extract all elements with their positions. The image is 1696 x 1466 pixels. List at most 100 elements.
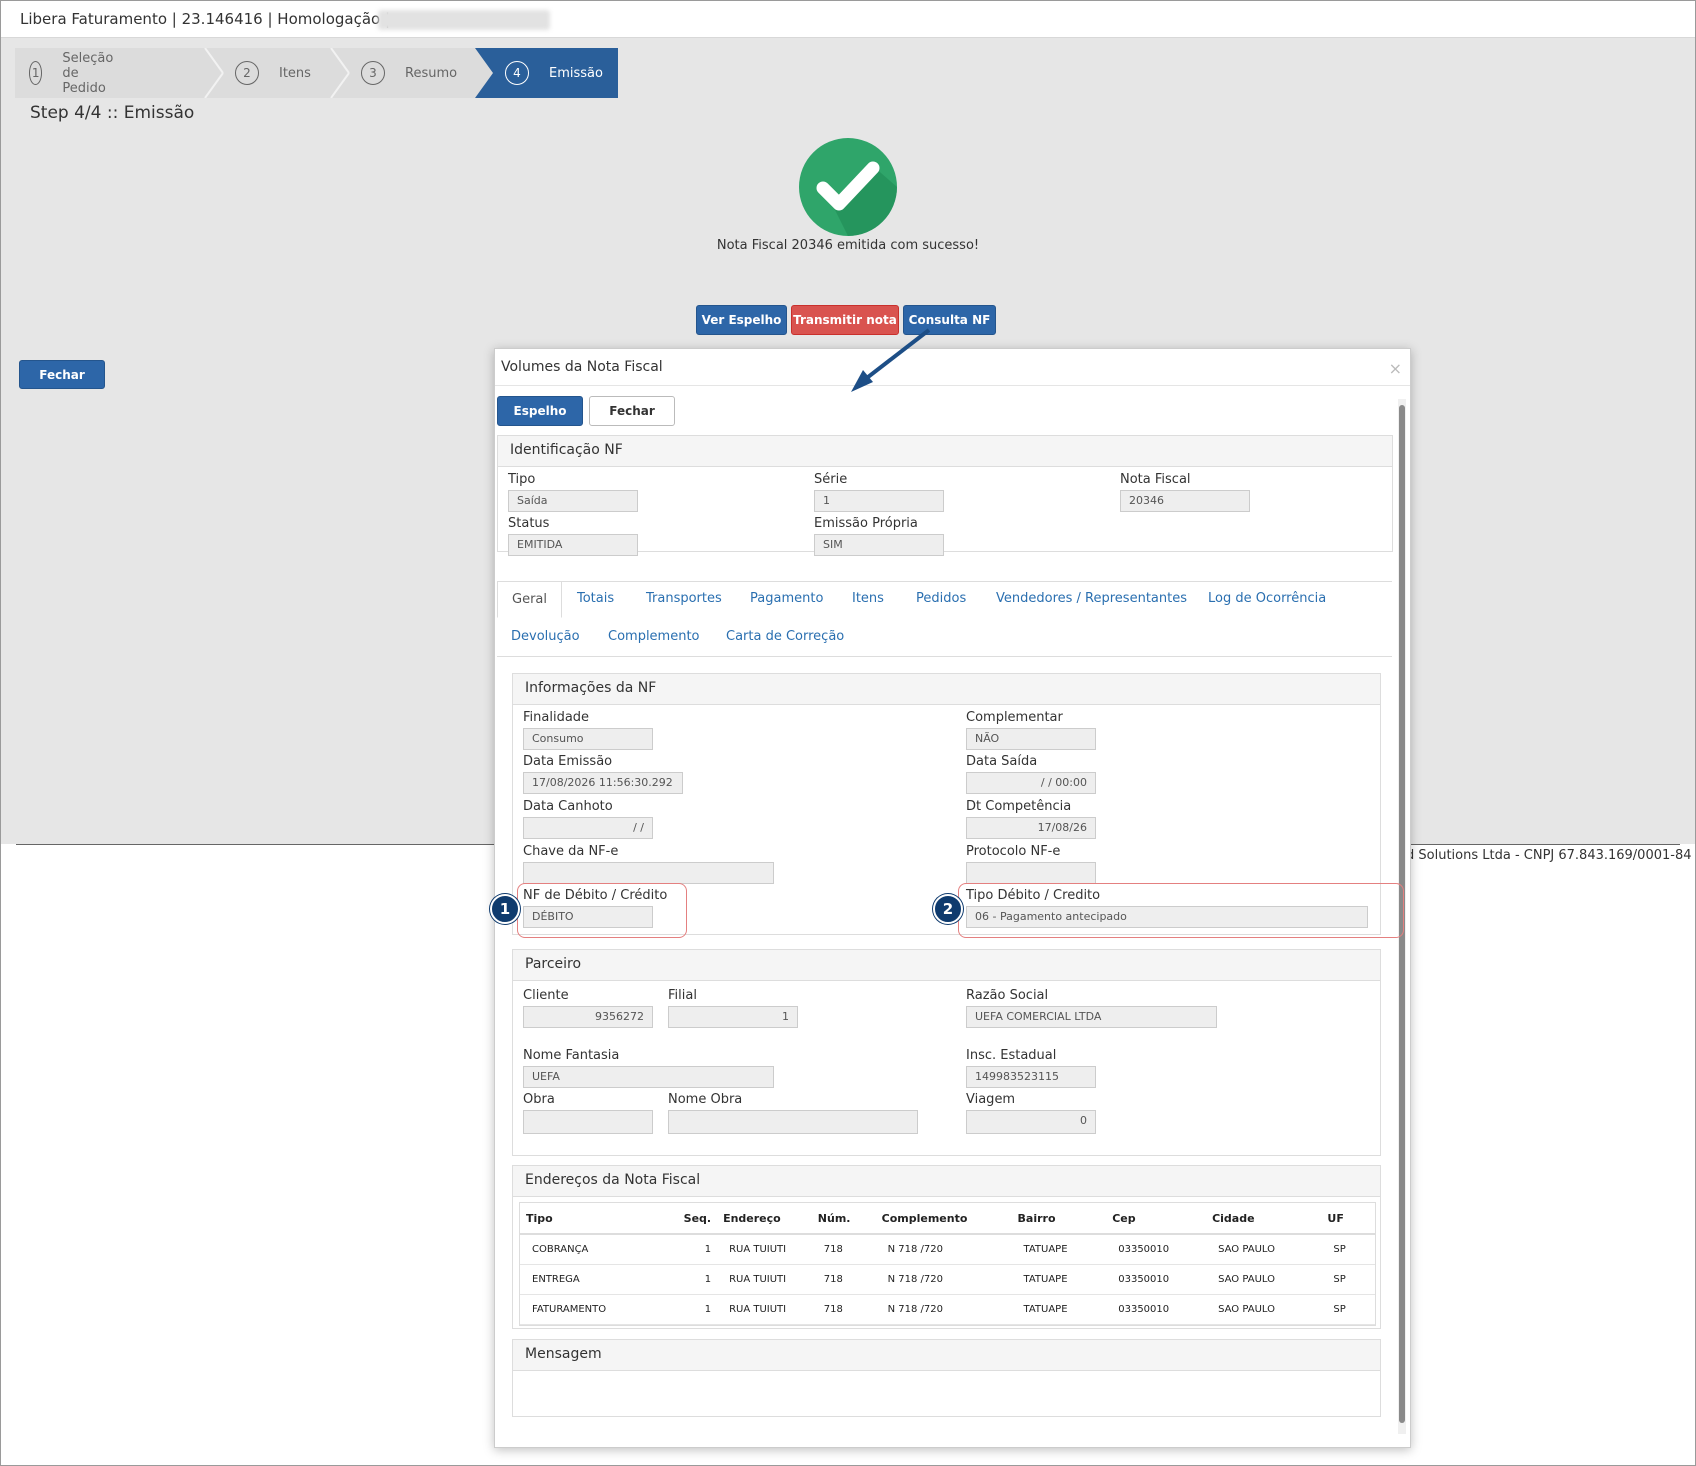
wizard-step-4[interactable]: 4 Emissão [505,48,603,98]
parceiro-panel: Parceiro Cliente 9356272 Filial 1 Razão … [512,949,1381,1156]
cell-complemento: N 718 /720 [875,1264,1012,1295]
table-header-row: Tipo Seq. Endereço Núm. Complemento Bair… [520,1203,1375,1235]
col-bairro: Bairro [1011,1203,1107,1235]
tab-carta-correcao[interactable]: Carta de Correção [726,629,844,644]
cliente-field[interactable]: 9356272 [523,1006,653,1028]
finalidade-field[interactable]: Consumo [523,728,653,750]
tab-pedidos[interactable]: Pedidos [916,591,966,606]
panel-title: Identificação NF [510,442,623,458]
wizard-step-2[interactable]: 2 Itens [235,48,311,98]
tab-complemento[interactable]: Complemento [608,629,700,644]
cell-complemento: N 718 /720 [875,1294,1012,1325]
tab-transportes[interactable]: Transportes [646,591,722,606]
razao-social-field[interactable]: UEFA COMERCIAL LTDA [966,1006,1217,1028]
table-row[interactable]: ENTREGA 1 RUA TUIUTI 718 N 718 /720 TATU… [520,1264,1375,1295]
tab-totais[interactable]: Totais [577,591,614,606]
cell-num: 718 [811,1234,876,1265]
data-saida-label: Data Saída [966,754,1038,769]
filial-label: Filial [668,988,697,1003]
chave-nfe-label: Chave da NF-e [523,844,619,859]
modal-fechar-button[interactable]: Fechar [589,396,675,426]
data-emissao-field[interactable]: 17/08/2026 11:56:30.292 [523,772,683,794]
step-title: Step 4/4 :: Emissão [30,103,195,123]
tab-itens[interactable]: Itens [852,591,884,606]
tab-vendedores[interactable]: Vendedores / Representantes [996,591,1187,606]
cell-uf: SP [1321,1234,1375,1265]
modal-divider [495,385,1410,386]
panel-header: Mensagem [513,1340,1380,1371]
cell-num: 718 [811,1264,876,1295]
cell-seq: 1 [676,1294,718,1325]
step-label: Emissão [549,65,603,81]
protocolo-nfe-field[interactable] [966,862,1096,884]
cell-cep: 03350010 [1106,1234,1207,1265]
panel-header: Informações da NF [513,674,1380,705]
emissao-propria-field[interactable]: SIM [814,534,944,556]
espelho-button[interactable]: Espelho [497,396,583,426]
viagem-field[interactable]: 0 [966,1110,1096,1134]
obra-label: Obra [523,1092,555,1107]
cell-num: 718 [811,1294,876,1325]
col-cep: Cep [1106,1203,1207,1235]
nome-fantasia-field[interactable]: UEFA [523,1066,774,1088]
data-saida-field[interactable]: / / 00:00 [966,772,1096,794]
data-canhoto-label: Data Canhoto [523,799,613,814]
wizard-step-3[interactable]: 3 Resumo [361,48,457,98]
cell-seq: 1 [676,1264,718,1295]
nome-obra-field[interactable] [668,1110,918,1134]
tab-geral[interactable]: Geral [497,581,562,618]
status-field[interactable]: EMITIDA [508,534,638,556]
check-circle-icon [799,138,897,236]
complementar-field[interactable]: NÃO [966,728,1096,750]
protocolo-nfe-label: Protocolo NF-e [966,844,1061,859]
table-row[interactable]: COBRANÇA 1 RUA TUIUTI 718 N 718 /720 TAT… [520,1234,1375,1265]
cell-endereco: RUA TUIUTI [717,1294,812,1325]
ver-espelho-button[interactable]: Ver Espelho [696,305,787,335]
cell-cidade: SAO PAULO [1206,1264,1322,1295]
data-canhoto-field[interactable]: / / [523,817,653,839]
col-seq: Seq. [676,1203,718,1235]
wizard-step-1[interactable]: 1 Seleção de Pedido [29,48,124,98]
cell-cidade: SAO PAULO [1206,1294,1322,1325]
cell-endereco: RUA TUIUTI [717,1264,812,1295]
tipo-field[interactable]: Saída [508,490,638,512]
dt-competencia-field[interactable]: 17/08/26 [966,817,1096,839]
tab-pagamento[interactable]: Pagamento [750,591,823,606]
panel-title: Parceiro [525,956,582,972]
volumes-modal: Volumes da Nota Fiscal × Espelho Fechar … [490,348,1411,1448]
nota-fiscal-field[interactable]: 20346 [1120,490,1250,512]
window-title: Libera Faturamento | 23.146416 | Homolog… [20,10,391,28]
panel-header: Parceiro [513,950,1380,981]
col-complemento: Complemento [875,1203,1012,1235]
col-num: Núm. [811,1203,876,1235]
close-icon[interactable]: × [1389,359,1402,378]
serie-field[interactable]: 1 [814,490,944,512]
panel-title: Endereços da Nota Fiscal [525,1172,701,1188]
fechar-button[interactable]: Fechar [19,360,105,389]
insc-estadual-field[interactable]: 149983523115 [966,1066,1096,1088]
highlight-box-1 [517,883,687,938]
filial-field[interactable]: 1 [668,1006,798,1028]
enderecos-table: Tipo Seq. Endereço Núm. Complemento Bair… [520,1203,1375,1325]
obra-field[interactable] [523,1110,653,1134]
footer-text: d Solutions Ltda - CNPJ 67.843.169/0001-… [1406,848,1692,863]
step-number: 2 [235,61,259,85]
table-row[interactable]: FATURAMENTO 1 RUA TUIUTI 718 N 718 /720 … [520,1294,1375,1325]
nome-obra-label: Nome Obra [668,1092,743,1107]
viagem-label: Viagem [966,1092,1016,1107]
tab-log-ocorrencia[interactable]: Log de Ocorrência [1208,591,1326,606]
title-bar: Libera Faturamento | 23.146416 | Homolog… [1,1,1695,38]
cell-uf: SP [1321,1264,1375,1295]
cell-cep: 03350010 [1106,1294,1207,1325]
annotation-arrow-icon [851,328,931,392]
col-endereco: Endereço [717,1203,812,1235]
tab-devolucao[interactable]: Devolução [511,629,580,644]
panel-header: Identificação NF [498,436,1392,467]
nome-fantasia-label: Nome Fantasia [523,1048,620,1063]
cell-cidade: SAO PAULO [1206,1234,1322,1265]
enderecos-panel: Endereços da Nota Fiscal Tipo Seq. Ender… [512,1165,1381,1329]
tabs-bottom-line [497,656,1392,657]
success-message: Nota Fiscal 20346 emitida com sucesso! [716,238,980,253]
highlight-box-2 [958,883,1404,938]
chave-nfe-field[interactable] [523,862,774,884]
